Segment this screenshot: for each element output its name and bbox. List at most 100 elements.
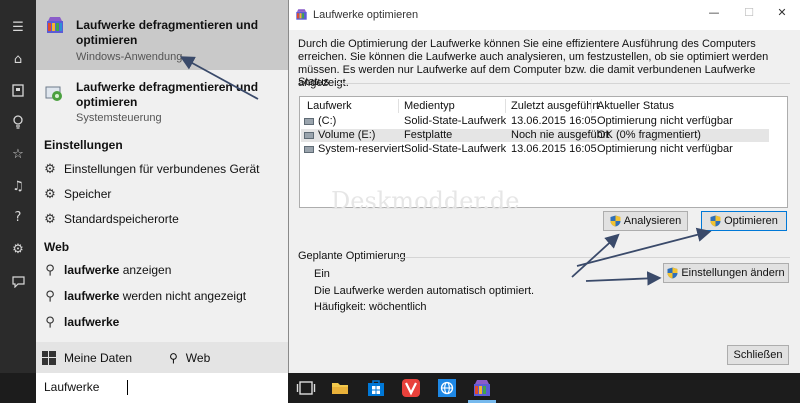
analyze-label: Analysieren bbox=[623, 215, 682, 227]
media-type: Solid-State-Laufwerk bbox=[404, 143, 507, 155]
close-window-button[interactable]: ✕ bbox=[767, 4, 797, 22]
search-icon: ⚲ bbox=[169, 351, 178, 365]
last-run: Noch nie ausgeführt bbox=[511, 129, 610, 141]
optimize-button[interactable]: Optimieren bbox=[701, 211, 787, 231]
taskbar: Laufwerke bbox=[0, 373, 800, 403]
drive-name: (C:) bbox=[318, 115, 337, 127]
task-view-icon[interactable] bbox=[296, 378, 316, 398]
web-suggestion-bold: laufwerke bbox=[64, 315, 120, 329]
column-separator[interactable] bbox=[398, 99, 399, 113]
control-panel-result[interactable]: Laufwerke defragmentieren und optimieren… bbox=[36, 72, 288, 130]
column-header-drive[interactable]: Laufwerk bbox=[307, 100, 352, 112]
minimize-button[interactable]: — bbox=[699, 4, 729, 22]
control-panel-icon bbox=[45, 86, 62, 101]
settings-section-header: Einstellungen bbox=[44, 138, 123, 152]
optimize-drives-window: Laufwerke optimieren — ☐ ✕ Durch die Opt… bbox=[288, 0, 800, 373]
analyze-button[interactable]: Analysieren bbox=[603, 211, 688, 231]
settings-item-label: Standardspeicherorte bbox=[64, 212, 179, 226]
web-suggestion-bold: laufwerke bbox=[64, 289, 120, 303]
web-suggestion-item[interactable]: ⚲ laufwerke anzeigen bbox=[36, 259, 288, 283]
last-run: 13.06.2015 16:05 bbox=[511, 115, 597, 127]
best-match-title: Laufwerke defragmentieren und optimieren bbox=[76, 18, 259, 47]
settings-item-connected-device[interactable]: ⚙ Einstellungen für verbundenes Gerät bbox=[36, 158, 288, 182]
current-status: Optimierung nicht verfügbar bbox=[597, 143, 733, 155]
column-separator[interactable] bbox=[505, 99, 506, 113]
search-icon: ⚲ bbox=[45, 263, 55, 278]
window-titlebar[interactable]: Laufwerke optimieren — ☐ ✕ bbox=[289, 0, 800, 30]
ssd-drive-icon bbox=[304, 118, 314, 125]
gear-icon[interactable]: ⚙ bbox=[0, 237, 36, 261]
settings-item-label: Einstellungen für verbundenes Gerät bbox=[64, 162, 260, 176]
watermark-text: Deskmodder.de bbox=[331, 187, 520, 215]
star-icon[interactable]: ☆ bbox=[0, 142, 36, 166]
current-status: OK (0% fragmentiert) bbox=[597, 129, 701, 141]
web-suggestion-text: laufwerke anzeigen bbox=[64, 263, 171, 277]
search-icon: ⚲ bbox=[45, 289, 55, 304]
lightbulb-icon[interactable] bbox=[0, 110, 36, 134]
search-query-text: Laufwerke bbox=[44, 380, 100, 394]
gear-icon: ⚙ bbox=[44, 212, 56, 227]
gear-icon: ⚙ bbox=[44, 162, 56, 177]
change-settings-button[interactable]: Einstellungen ändern bbox=[663, 263, 789, 283]
hdd-drive-icon bbox=[304, 132, 314, 139]
hamburger-icon[interactable]: ☰ bbox=[0, 15, 36, 39]
music-icon[interactable]: ♫ bbox=[0, 174, 36, 198]
column-separator[interactable] bbox=[591, 99, 592, 113]
search-icon: ⚲ bbox=[45, 315, 55, 330]
schedule-frequency: Häufigkeit: wöchentlich bbox=[314, 301, 427, 313]
feedback-icon[interactable] bbox=[0, 270, 36, 294]
gear-icon: ⚙ bbox=[44, 187, 56, 202]
scheduled-group-label: Geplante Optimierung bbox=[298, 250, 406, 262]
settings-item-default-locations[interactable]: ⚙ Standardspeicherorte bbox=[36, 208, 288, 232]
network-globe-icon[interactable] bbox=[437, 378, 457, 398]
close-label: Schließen bbox=[733, 349, 783, 361]
store-icon[interactable] bbox=[366, 378, 386, 398]
notebook-icon[interactable] bbox=[0, 78, 36, 102]
home-icon[interactable]: ⌂ bbox=[0, 47, 36, 71]
scheduled-group-divider bbox=[396, 257, 790, 258]
column-header-last-run[interactable]: Zuletzt ausgeführt bbox=[511, 100, 599, 112]
close-button[interactable]: Schließen bbox=[727, 345, 789, 365]
taskbar-search-input[interactable]: Laufwerke bbox=[36, 373, 288, 403]
settings-item-storage[interactable]: ⚙ Speicher bbox=[36, 183, 288, 207]
web-suggestion-item[interactable]: ⚲ laufwerke bbox=[36, 311, 288, 335]
best-match-result[interactable]: Laufwerke defragmentieren und optimieren… bbox=[36, 0, 288, 70]
vivaldi-icon[interactable] bbox=[401, 378, 421, 398]
maximize-button[interactable]: ☐ bbox=[734, 4, 764, 22]
best-match-subtitle: Windows-Anwendung bbox=[76, 51, 183, 63]
table-row[interactable]: System-reserviert Solid-State-Laufwerk 1… bbox=[301, 143, 769, 156]
help-icon[interactable]: ? bbox=[0, 205, 36, 229]
web-suggestion-rest: anzeigen bbox=[119, 263, 172, 277]
status-group-label: Status bbox=[298, 76, 330, 88]
schedule-description: Die Laufwerke werden automatisch optimie… bbox=[314, 285, 535, 297]
optimize-label: Optimieren bbox=[724, 215, 778, 227]
status-group-divider bbox=[337, 83, 790, 84]
start-menu-rail: ☰ ⌂ ☆ ♫ ? ⚙ bbox=[0, 0, 36, 373]
defrag-title-icon bbox=[296, 9, 307, 20]
last-run: 13.06.2015 16:05 bbox=[511, 143, 597, 155]
table-row[interactable]: Volume (E:) Festplatte Noch nie ausgefüh… bbox=[301, 129, 769, 142]
file-explorer-icon[interactable] bbox=[330, 378, 350, 398]
current-status: Optimierung nicht verfügbar bbox=[597, 115, 733, 127]
table-row[interactable]: (C:) Solid-State-Laufwerk 13.06.2015 16:… bbox=[301, 115, 769, 128]
my-data-label: Meine Daten bbox=[64, 351, 133, 365]
search-results-panel: Laufwerke defragmentieren und optimieren… bbox=[36, 0, 288, 373]
windows-logo-icon bbox=[42, 351, 56, 365]
search-filter-bar: Meine Daten ⚲ Web bbox=[36, 342, 288, 373]
web-filter-button[interactable]: ⚲ Web bbox=[169, 349, 210, 367]
column-header-media-type[interactable]: Medientyp bbox=[404, 100, 455, 112]
web-suggestion-rest: werden nicht angezeigt bbox=[119, 289, 247, 303]
column-header-status[interactable]: Aktueller Status bbox=[597, 100, 674, 112]
web-suggestion-bold: laufwerke bbox=[64, 263, 120, 277]
uac-shield-icon bbox=[710, 215, 721, 227]
my-data-button[interactable]: Meine Daten bbox=[42, 349, 132, 367]
web-suggestion-item[interactable]: ⚲ laufwerke werden nicht angezeigt bbox=[36, 285, 288, 309]
uac-shield-icon bbox=[667, 267, 678, 279]
defrag-taskbar-icon[interactable] bbox=[472, 378, 492, 398]
uac-shield-icon bbox=[610, 215, 621, 227]
drive-name: System-reserviert bbox=[318, 143, 405, 155]
ssd-drive-icon bbox=[304, 146, 314, 153]
control-panel-title: Laufwerke defragmentieren und optimieren bbox=[76, 80, 259, 109]
text-caret bbox=[127, 380, 128, 395]
web-section-header: Web bbox=[44, 240, 70, 254]
